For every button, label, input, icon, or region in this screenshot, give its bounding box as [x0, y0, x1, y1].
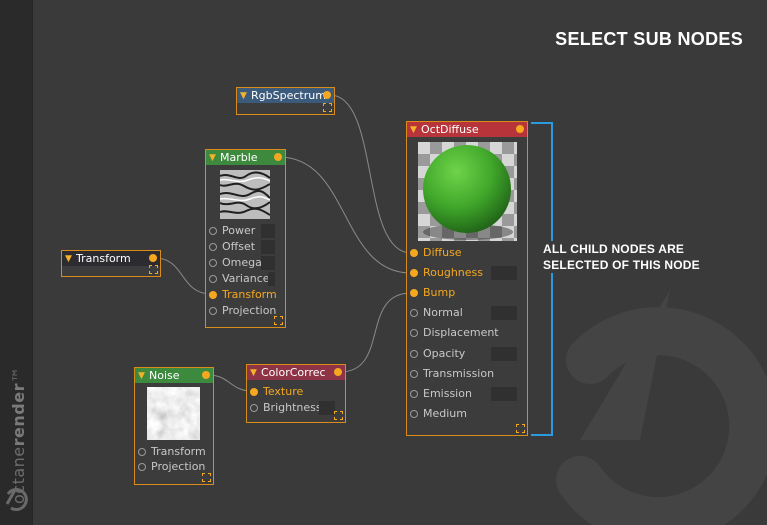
- input-pin[interactable]: [138, 448, 146, 456]
- expand-icon[interactable]: [323, 103, 332, 112]
- value-slot: [261, 256, 275, 270]
- collapse-triangle-icon[interactable]: ▼: [240, 89, 247, 103]
- value-slot: [491, 387, 517, 401]
- input-pin[interactable]: [209, 291, 217, 299]
- pin-omega[interactable]: Omega: [206, 255, 285, 271]
- input-pin[interactable]: [410, 289, 418, 297]
- wire-marble-roughness: [278, 156, 412, 274]
- expand-icon[interactable]: [149, 265, 158, 274]
- pin-texture[interactable]: Texture: [247, 384, 345, 400]
- expand-icon[interactable]: [334, 411, 343, 420]
- input-pin[interactable]: [410, 350, 418, 358]
- pin-opacity[interactable]: Opacity: [407, 346, 527, 362]
- expand-icon[interactable]: [516, 424, 525, 433]
- value-slot: [261, 224, 275, 238]
- pin-medium[interactable]: Medium: [407, 406, 527, 422]
- pin-normal[interactable]: Normal: [407, 305, 527, 321]
- value-slot: [319, 401, 335, 415]
- node-header[interactable]: ▼ RgbSpectrum: [237, 88, 334, 103]
- node-title: ColorCorrec: [261, 366, 326, 379]
- pin-variance[interactable]: Variance: [206, 271, 285, 287]
- selection-bracket: [531, 122, 553, 436]
- expand-icon[interactable]: [202, 473, 211, 482]
- node-header[interactable]: ▼ Transform: [62, 251, 160, 266]
- pin-bump[interactable]: Bump: [407, 285, 527, 301]
- noise-texture-preview: [147, 387, 200, 440]
- node-title: OctDiffuse: [421, 123, 479, 136]
- node-header[interactable]: ▼ ColorCorrec: [247, 365, 345, 380]
- collapse-triangle-icon[interactable]: ▼: [209, 151, 216, 165]
- pin-transform[interactable]: Transform: [206, 287, 285, 303]
- value-slot: [491, 266, 517, 280]
- wire-rgbspectrum-diffuse: [329, 94, 412, 254]
- input-pin[interactable]: [410, 249, 418, 257]
- pin-brightness[interactable]: Brightness: [247, 400, 345, 416]
- input-pin[interactable]: [138, 463, 146, 471]
- expand-icon[interactable]: [274, 316, 283, 325]
- pin-offset[interactable]: Offset: [206, 239, 285, 255]
- input-pin[interactable]: [410, 410, 418, 418]
- input-pin[interactable]: [209, 243, 217, 251]
- input-pin[interactable]: [209, 259, 217, 267]
- marble-texture-preview: [220, 170, 270, 219]
- output-pin[interactable]: [323, 91, 331, 99]
- output-pin[interactable]: [149, 254, 157, 262]
- node-header[interactable]: ▼ Noise: [135, 368, 213, 383]
- node-header[interactable]: ▼ OctDiffuse: [407, 122, 527, 137]
- node-colorcorrect[interactable]: ▼ ColorCorrec Texture Brightness: [246, 364, 346, 423]
- pin-displacement[interactable]: Displacement: [407, 325, 527, 341]
- output-pin[interactable]: [274, 153, 282, 161]
- node-octdiffuse[interactable]: ▼ OctDiffuse Diffuse Roughness Bump Norm…: [406, 121, 528, 436]
- pin-emission[interactable]: Emission: [407, 386, 527, 402]
- value-slot: [491, 347, 517, 361]
- value-slot: [491, 306, 517, 320]
- pin-transform[interactable]: Transform: [135, 444, 213, 460]
- wire-transform-marble: [154, 257, 212, 295]
- input-pin[interactable]: [209, 227, 217, 235]
- node-title: Transform: [76, 252, 131, 265]
- node-title: Marble: [220, 151, 258, 164]
- input-pin[interactable]: [250, 388, 258, 396]
- node-header[interactable]: ▼ Marble: [206, 150, 285, 165]
- node-rgbspectrum[interactable]: ▼ RgbSpectrum: [236, 87, 335, 115]
- node-marble[interactable]: ▼ Marble Power Offset Omega Variance Tra…: [205, 149, 286, 328]
- pin-transmission[interactable]: Transmission: [407, 366, 527, 382]
- input-pin[interactable]: [209, 307, 217, 315]
- pin-roughness[interactable]: Roughness: [407, 265, 527, 281]
- node-noise[interactable]: ▼ Noise Transform Projection: [134, 367, 214, 485]
- input-pin[interactable]: [410, 329, 418, 337]
- input-pin[interactable]: [209, 275, 217, 283]
- output-pin[interactable]: [334, 368, 342, 376]
- value-slot: [268, 272, 275, 286]
- material-preview: [418, 142, 517, 241]
- output-pin[interactable]: [516, 125, 524, 133]
- annotation-text: ALL CHILD NODES ARE SELECTED OF THIS NOD…: [541, 241, 702, 273]
- value-slot: [261, 240, 275, 254]
- input-pin[interactable]: [410, 269, 418, 277]
- output-pin[interactable]: [202, 371, 210, 379]
- input-pin[interactable]: [250, 404, 258, 412]
- pin-power[interactable]: Power: [206, 223, 285, 239]
- node-title: Noise: [149, 369, 180, 382]
- node-transform[interactable]: ▼ Transform: [61, 250, 161, 277]
- input-pin[interactable]: [410, 370, 418, 378]
- collapse-triangle-icon[interactable]: ▼: [138, 369, 145, 383]
- node-title: RgbSpectrum: [251, 89, 326, 102]
- input-pin[interactable]: [410, 390, 418, 398]
- input-pin[interactable]: [410, 309, 418, 317]
- collapse-triangle-icon[interactable]: ▼: [410, 123, 417, 137]
- collapse-triangle-icon[interactable]: ▼: [250, 366, 257, 380]
- wire-colorcorrect-bump: [339, 292, 412, 373]
- collapse-triangle-icon[interactable]: ▼: [65, 252, 72, 266]
- pin-diffuse[interactable]: Diffuse: [407, 245, 527, 261]
